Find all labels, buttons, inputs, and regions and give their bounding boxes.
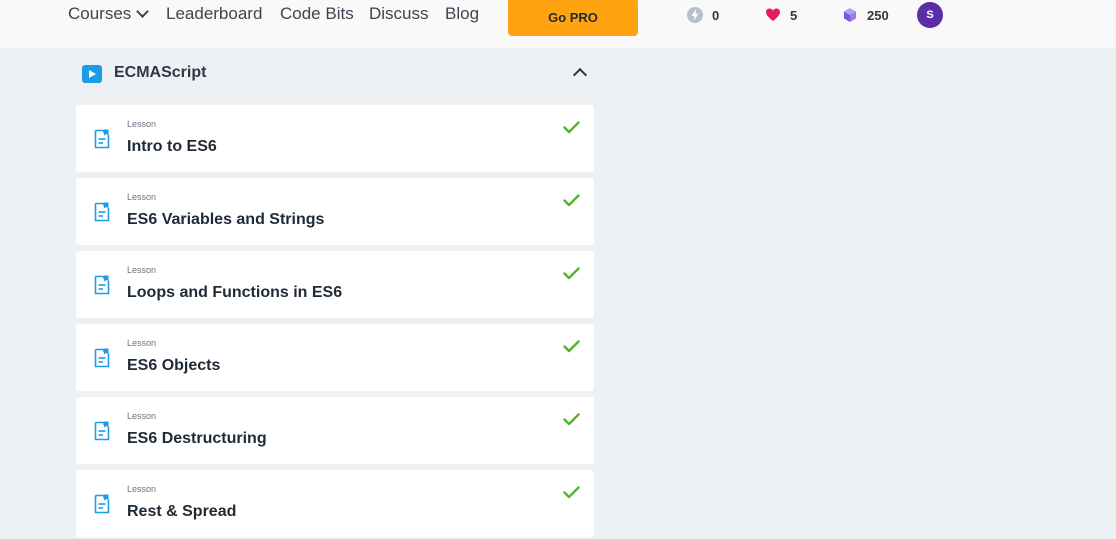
lesson-title: Rest & Spread	[127, 503, 237, 520]
chevron-down-icon	[136, 5, 150, 18]
lesson-title: ES6 Objects	[127, 357, 221, 374]
hearts-counter[interactable]: 5	[765, 7, 797, 23]
streak-count: 0	[712, 7, 720, 23]
gems-counter[interactable]: 250	[842, 7, 889, 23]
lesson-card[interactable]: Lesson ES6 Objects	[76, 324, 594, 391]
nav-leaderboard[interactable]: Leaderboard	[166, 4, 262, 24]
chevron-up-icon[interactable]	[572, 67, 588, 83]
lesson-title: Loops and Functions in ES6	[127, 284, 343, 301]
nav-courses[interactable]: Courses	[68, 4, 150, 24]
lesson-title: ES6 Destructuring	[127, 430, 267, 447]
lesson-document-icon	[94, 202, 110, 222]
nav-discuss[interactable]: Discuss	[369, 4, 429, 24]
nav-code-bits[interactable]: Code Bits	[280, 4, 354, 24]
completed-check-icon	[563, 340, 580, 353]
lesson-type-label: Lesson	[127, 119, 157, 129]
heart-icon	[766, 8, 780, 21]
module-header[interactable]: ECMAScript	[76, 58, 594, 92]
lesson-document-icon	[94, 348, 110, 368]
gems-count: 250	[867, 7, 889, 23]
top-navigation-bar: Courses Leaderboard Code Bits Discuss Bl…	[0, 0, 1116, 48]
lesson-document-icon	[94, 129, 110, 149]
gem-cube-icon	[844, 8, 856, 22]
completed-check-icon	[563, 194, 580, 207]
completed-check-icon	[563, 413, 580, 426]
lesson-card[interactable]: Lesson ES6 Destructuring	[76, 397, 594, 464]
lesson-title: ES6 Variables and Strings	[127, 211, 325, 228]
go-pro-button[interactable]: Go PRO	[508, 0, 638, 36]
lesson-document-icon	[94, 275, 110, 295]
completed-check-icon	[563, 486, 580, 499]
play-icon	[82, 65, 102, 83]
lesson-title: Intro to ES6	[127, 138, 217, 155]
lesson-card[interactable]: Lesson ES6 Variables and Strings	[76, 178, 594, 245]
streak-counter[interactable]: 0	[687, 7, 719, 23]
lesson-type-label: Lesson	[127, 338, 157, 348]
lesson-card[interactable]: Lesson Intro to ES6	[76, 105, 594, 172]
lesson-type-label: Lesson	[127, 192, 157, 202]
module-title: ECMAScript	[114, 64, 207, 81]
lesson-list: Lesson Intro to ES6 Lesson ES6 Variables an…	[76, 105, 594, 539]
user-avatar[interactable]: S	[917, 2, 943, 28]
lesson-card[interactable]: Lesson Rest & Spread	[76, 470, 594, 537]
lightning-icon	[687, 7, 703, 23]
lesson-type-label: Lesson	[127, 265, 157, 275]
lesson-type-label: Lesson	[127, 411, 157, 421]
lesson-type-label: Lesson	[127, 484, 157, 494]
nav-blog[interactable]: Blog	[445, 4, 479, 24]
lesson-document-icon	[94, 494, 110, 514]
hearts-count: 5	[790, 7, 798, 23]
lesson-document-icon	[94, 421, 110, 441]
completed-check-icon	[563, 267, 580, 280]
nav-courses-label: Courses	[68, 4, 132, 23]
completed-check-icon	[563, 121, 580, 134]
lesson-card[interactable]: Lesson Loops and Functions in ES6	[76, 251, 594, 318]
